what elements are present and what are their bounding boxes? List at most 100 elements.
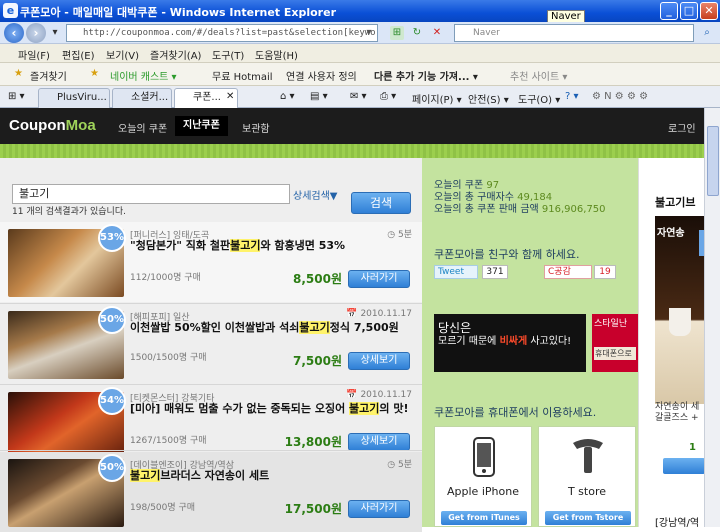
tweet-button[interactable]: Tweet [434, 265, 478, 279]
nav-past[interactable]: 지난쿠폰 [175, 116, 228, 136]
green-band [0, 144, 704, 158]
fav-item-naver-cast[interactable]: 네이버 캐스트 ▾ [110, 68, 177, 83]
ad-banner-small[interactable]: 스타일난 휴대폰으로 [592, 314, 638, 372]
favorites-star-icon[interactable]: ★ [14, 68, 23, 79]
info-panel: 오늘의 쿠폰 97 오늘의 총 구매자수 49,184 오늘의 총 쿠폰 판매 … [422, 158, 638, 527]
nav-login[interactable]: 로그인 [668, 120, 696, 135]
fav-item-addons[interactable]: 다른 추가 기능 가져... ▾ [374, 68, 478, 83]
deal-price: 13,800원 [284, 435, 342, 449]
window-title-bar: e 쿠폰모아 - 매일매일 대박쿠폰 - Windows Internet Ex… [0, 0, 720, 24]
discount-badge: 54% [98, 387, 126, 415]
deal-title[interactable]: 이천쌀밥 50%할인 이천쌀밥과 석쇠불고기정식 7,500원 [130, 321, 412, 334]
fav-item-customize[interactable]: 연결 사용자 정의 [286, 68, 357, 83]
favorites-label[interactable]: 즐겨찾기 [30, 68, 67, 83]
mobile-heading: 쿠폰모아를 휴대폰에서 이용하세요. [434, 406, 597, 419]
menu-favorites[interactable]: 즐겨찾기(A) [150, 47, 201, 62]
address-input[interactable]: http://couponmoa.com/#/deals?list=past&s… [66, 24, 378, 42]
discount-badge: 50% [98, 306, 126, 334]
addon-icons[interactable]: ⚙ N ⚙ ⚙ ⚙ [592, 91, 648, 102]
share-heading: 쿠폰모아를 친구와 함께 하세요. [434, 248, 580, 261]
deal-title[interactable]: [미아] 매워도 멈출 수가 없는 중독되는 오징어 불고기의 맛! [130, 402, 412, 415]
deal-price: 8,500원 [293, 272, 342, 286]
feeds-icon[interactable]: ▤ ▾ [310, 91, 328, 102]
iphone-icon [473, 437, 495, 477]
site-logo[interactable]: CouponMoa [9, 117, 96, 134]
iphone-label: Apple iPhone [447, 485, 519, 498]
gong-button[interactable]: C공감 [544, 265, 592, 279]
advanced-search-link[interactable]: 상세검색▼ [293, 187, 338, 202]
details-button[interactable]: 상세보기 [348, 352, 410, 370]
deal-price: 7,500원 [293, 354, 342, 368]
tstore-icon [573, 439, 603, 473]
tstore-label: T store [567, 485, 607, 498]
stop-icon[interactable]: ✕ [430, 26, 444, 40]
vertical-scrollbar[interactable] [704, 108, 720, 527]
ad-banner[interactable]: 당신은 모르기 때문에 비싸게 사고있다! [434, 314, 586, 372]
tstore-app-card[interactable]: T store Get from Tstore [538, 426, 636, 527]
result-count: 11 개의 검색결과가 있습니다. [12, 207, 126, 217]
deal-sold: 112/1000명 구매 [130, 273, 201, 283]
get-itunes-button[interactable]: Get from iTunes [441, 511, 527, 525]
tab-plusvirus[interactable]: PlusViru... [38, 88, 110, 108]
menu-edit[interactable]: 편집(E) [62, 47, 95, 62]
deal-price: 17,500원 [284, 502, 342, 516]
window-title: 쿠폰모아 - 매일매일 대박쿠폰 - Windows Internet Expl… [20, 6, 336, 19]
deal-item: 50% [해피포피] 일산 📅 2010.11.17 이천쌀밥 50%할인 이천… [0, 304, 422, 384]
forward-icon[interactable]: › [26, 23, 46, 43]
mail-icon[interactable]: ✉ ▾ [350, 91, 367, 102]
tools-menu[interactable]: 도구(O) ▾ [518, 91, 560, 106]
deal-title[interactable]: "청담본가" 직화 철판불고기와 함흥냉면 53% [130, 239, 412, 252]
home-icon[interactable]: ⌂ ▾ [280, 91, 295, 102]
deal-item: 53% [퍼니러스] 잉태/도곡 ◷ 5분 "청담본가" 직화 철판불고기와 함… [0, 222, 422, 302]
tab-social[interactable]: 소셜커... [112, 88, 172, 108]
safety-menu[interactable]: 안전(S) ▾ [468, 91, 509, 106]
scrollbar-thumb[interactable] [707, 126, 719, 196]
page-menu[interactable]: 페이지(P) ▾ [412, 91, 462, 106]
iphone-app-card[interactable]: Apple iPhone Get from iTunes [434, 426, 532, 527]
deal-list-panel: 불고기 상세검색▼ 검색 11 개의 검색결과가 있습니다. 53% [퍼니러스… [0, 158, 422, 532]
close-button[interactable]: ✕ [700, 2, 718, 20]
menu-tools[interactable]: 도구(T) [212, 47, 244, 62]
search-button[interactable]: 검색 [351, 192, 411, 214]
compat-view-icon[interactable]: ⊞ [390, 26, 404, 40]
divider [0, 450, 422, 451]
side-deal-button[interactable] [663, 458, 705, 474]
back-icon[interactable]: ‹ [4, 23, 24, 43]
quick-tabs-icon[interactable]: ⊞ ▾ [8, 91, 25, 102]
address-toolbar: ‹ › ▾ http://couponmoa.com/#/deals?list=… [0, 22, 720, 44]
print-icon[interactable]: ⎙ ▾ [380, 91, 396, 102]
buy-button[interactable]: 사러가기 [348, 500, 410, 518]
history-dropdown-icon[interactable]: ▾ [48, 26, 62, 40]
add-favorite-icon[interactable]: ★ [90, 68, 99, 79]
menu-file[interactable]: 파일(F) [18, 47, 50, 62]
search-input[interactable]: Naver [454, 24, 694, 42]
deal-sold: 1267/1500명 구매 [130, 436, 207, 446]
keyword-input[interactable]: 불고기 [12, 184, 290, 204]
tweet-count: 371 [482, 265, 508, 279]
fav-item-suggested[interactable]: 추천 사이트 ▾ [510, 68, 567, 83]
refresh-icon[interactable]: ↻ [410, 26, 424, 40]
favorites-bar: ★ 즐겨찾기 ★ 네이버 캐스트 ▾ 무료 Hotmail 연결 사용자 정의 … [0, 63, 720, 86]
search-icon[interactable]: ⌕ [700, 26, 714, 40]
site-nav: CouponMoa 오늘의 쿠폰 지난쿠폰 보관함 로그인 [0, 108, 704, 144]
fav-item-hotmail[interactable]: 무료 Hotmail [212, 68, 273, 83]
discount-badge: 53% [98, 224, 126, 252]
get-tstore-button[interactable]: Get from Tstore [545, 511, 631, 525]
side-deal-price: 1 [689, 442, 696, 453]
minimize-button[interactable]: _ [660, 2, 678, 20]
buy-button[interactable]: 사러가기 [348, 270, 410, 288]
deal-title[interactable]: 불고기브라더스 자연송이 세트 [130, 469, 412, 482]
nav-today[interactable]: 오늘의 쿠폰 [118, 120, 167, 135]
details-button[interactable]: 상세보기 [348, 433, 410, 451]
nav-saved[interactable]: 보관함 [242, 120, 270, 135]
side-deal-text: 자연송이 세 갈골즈스 + [655, 402, 700, 423]
side-deal-image[interactable]: 자연송 [655, 216, 705, 404]
tab-close-icon[interactable]: ✕ [226, 91, 234, 102]
address-dropdown-icon[interactable]: ▾ [362, 26, 376, 40]
menu-view[interactable]: 보기(V) [106, 47, 139, 62]
tab-bar: ⊞ ▾ PlusViru... 소셜커... 쿠폰... ✕ ⌂ ▾ ▤ ▾ ✉… [0, 86, 720, 108]
help-icon[interactable]: ? ▾ [565, 91, 579, 102]
menu-help[interactable]: 도움말(H) [255, 47, 298, 62]
maximize-button[interactable]: □ [680, 2, 698, 20]
gong-count: 19 [594, 265, 616, 279]
